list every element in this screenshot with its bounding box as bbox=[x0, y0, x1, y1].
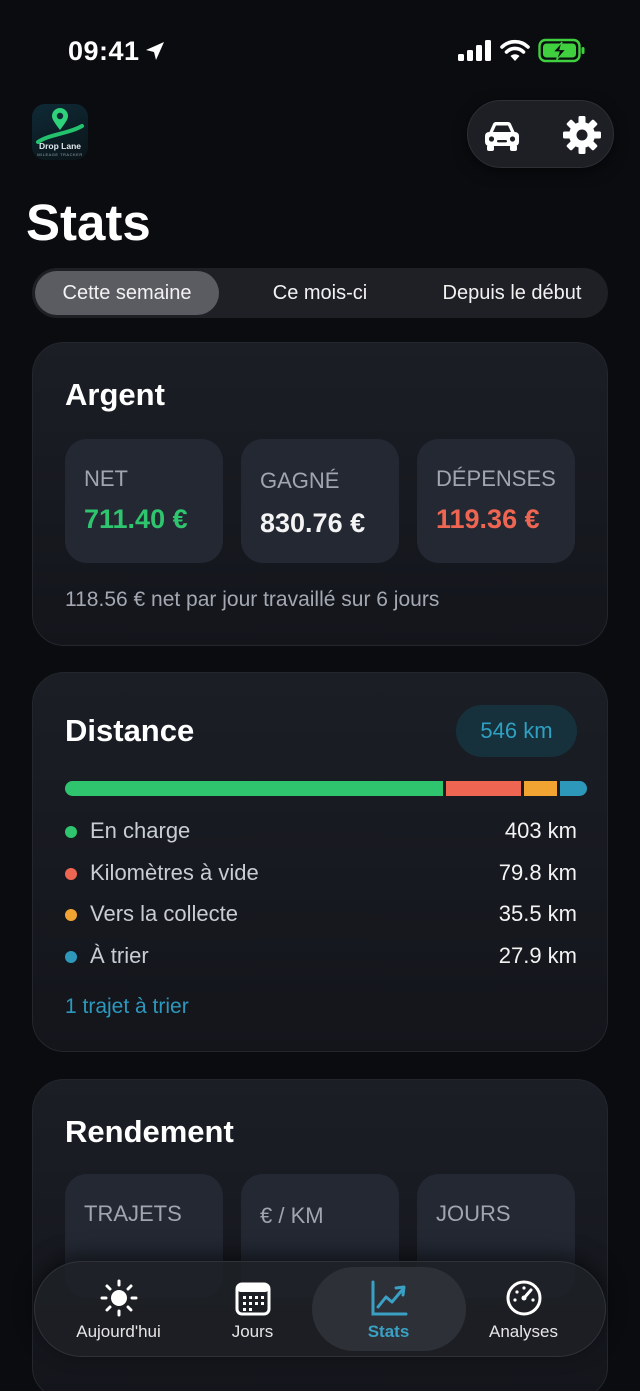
period-segmented-control: Cette semaine Ce mois-ci Depuis le début bbox=[32, 268, 608, 318]
car-icon[interactable] bbox=[480, 113, 524, 157]
net-value: 711.40 € bbox=[84, 504, 188, 534]
distance-bar-unsorted bbox=[560, 781, 587, 796]
header-actions bbox=[467, 100, 614, 168]
distance-bar-loaded bbox=[65, 781, 443, 796]
row-value: 403 km bbox=[504, 818, 577, 843]
battery-charging-icon bbox=[538, 38, 585, 63]
earned-value: 830.76 € bbox=[260, 508, 366, 538]
money-card: Argent NET 711.40 € GAGNÉ 830.76 € DÉPEN… bbox=[32, 342, 608, 646]
logo-subtitle: MILEAGE TRACKER bbox=[37, 152, 83, 157]
row-value: 35.5 km bbox=[498, 901, 577, 926]
status-time: 09:41 bbox=[68, 36, 140, 66]
legend-dot bbox=[65, 951, 77, 963]
money-footnote: 118.56 € net par jour travaillé sur 6 jo… bbox=[65, 588, 440, 611]
location-arrow-icon bbox=[146, 42, 164, 60]
wifi-icon bbox=[500, 39, 530, 61]
earned-label: GAGNÉ bbox=[260, 468, 340, 493]
page-title: Stats bbox=[26, 194, 151, 251]
row-label: À trier bbox=[90, 943, 149, 968]
tab-label: Jours bbox=[231, 1322, 274, 1341]
tab-since-start[interactable]: Depuis le début bbox=[416, 271, 608, 315]
tab-label: Aujourd'hui bbox=[76, 1322, 161, 1341]
row-label: En charge bbox=[90, 818, 191, 843]
status-bar: 09:41 bbox=[0, 0, 640, 100]
logo-text: Drop Lane bbox=[38, 141, 82, 151]
per-km-label: € / KM bbox=[260, 1203, 324, 1228]
distance-bar-pickup bbox=[524, 781, 557, 796]
sun-icon bbox=[100, 1279, 137, 1317]
app-logo: Drop Lane MILEAGE TRACKER bbox=[32, 104, 88, 160]
distance-title: Distance bbox=[65, 713, 195, 748]
map-pin-icon bbox=[36, 108, 84, 144]
distance-row-empty: Kilomètres à vide 79.8 km bbox=[65, 860, 577, 890]
expenses-label: DÉPENSES bbox=[436, 466, 556, 491]
net-tile: NET 711.40 € bbox=[65, 439, 223, 563]
tab-this-week[interactable]: Cette semaine bbox=[35, 271, 219, 315]
row-value: 27.9 km bbox=[498, 943, 577, 968]
performance-title: Rendement bbox=[65, 1114, 234, 1149]
tab-label: Stats bbox=[367, 1322, 410, 1341]
bottom-tab-bar: Aujourd'hui Jours Stats Analyses bbox=[34, 1261, 606, 1357]
distance-total-badge: 546 km bbox=[456, 705, 577, 757]
sort-trips-link[interactable]: 1 trajet à trier bbox=[65, 995, 189, 1019]
expenses-value: 119.36 € bbox=[436, 504, 540, 534]
expenses-tile: DÉPENSES 119.36 € bbox=[417, 439, 575, 563]
legend-dot bbox=[65, 909, 77, 921]
tab-today[interactable]: Aujourd'hui bbox=[47, 1262, 190, 1358]
days-label: JOURS bbox=[436, 1201, 511, 1226]
distance-row-unsorted: À trier 27.9 km bbox=[65, 943, 577, 973]
distance-bar-empty bbox=[446, 781, 521, 796]
row-label: Kilomètres à vide bbox=[90, 860, 259, 885]
gear-icon[interactable] bbox=[561, 114, 603, 156]
legend-dot bbox=[65, 826, 77, 838]
cellular-signal-icon bbox=[458, 40, 491, 61]
net-label: NET bbox=[84, 466, 128, 491]
calendar-icon bbox=[235, 1282, 270, 1316]
tab-this-month[interactable]: Ce mois-ci bbox=[224, 271, 416, 315]
earned-tile: GAGNÉ 830.76 € bbox=[241, 439, 399, 563]
distance-row-pickup: Vers la collecte 35.5 km bbox=[65, 901, 577, 931]
row-label: Vers la collecte bbox=[90, 901, 238, 926]
distance-row-loaded: En charge 403 km bbox=[65, 818, 577, 848]
tab-analytics[interactable]: Analyses bbox=[452, 1262, 595, 1358]
row-value: 79.8 km bbox=[498, 860, 577, 885]
legend-dot bbox=[65, 868, 77, 880]
distance-card: Distance 546 km En charge 403 km Kilomèt… bbox=[32, 672, 608, 1052]
tab-label: Analyses bbox=[489, 1322, 558, 1341]
money-title: Argent bbox=[65, 377, 165, 412]
chart-icon bbox=[371, 1280, 407, 1316]
tab-days[interactable]: Jours bbox=[181, 1262, 324, 1358]
trips-label: TRAJETS bbox=[84, 1201, 182, 1226]
gauge-icon bbox=[506, 1280, 541, 1316]
tab-stats[interactable]: Stats bbox=[317, 1262, 460, 1358]
